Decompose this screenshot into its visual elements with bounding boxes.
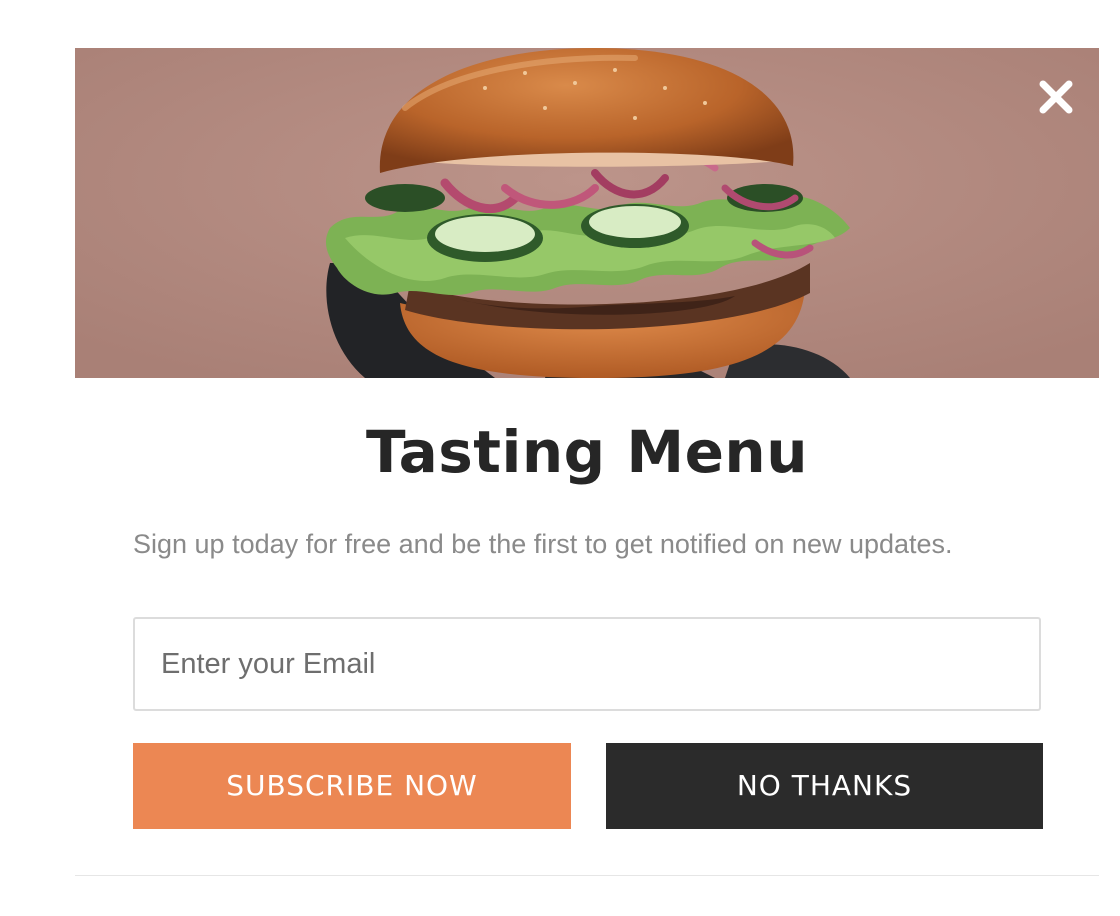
no-thanks-button[interactable]: NO THANKS xyxy=(606,743,1043,829)
divider xyxy=(75,875,1099,876)
newsletter-popup: Tasting Menu Sign up today for free and … xyxy=(75,48,1099,876)
subscribe-button[interactable]: SUBSCRIBE NOW xyxy=(133,743,571,829)
email-input[interactable] xyxy=(133,617,1041,711)
hero-image xyxy=(75,48,1099,378)
popup-subtitle: Sign up today for free and be the first … xyxy=(133,529,953,559)
burger-photo xyxy=(75,48,1099,378)
popup-title: Tasting Menu xyxy=(366,418,808,486)
close-icon[interactable] xyxy=(1035,76,1077,118)
